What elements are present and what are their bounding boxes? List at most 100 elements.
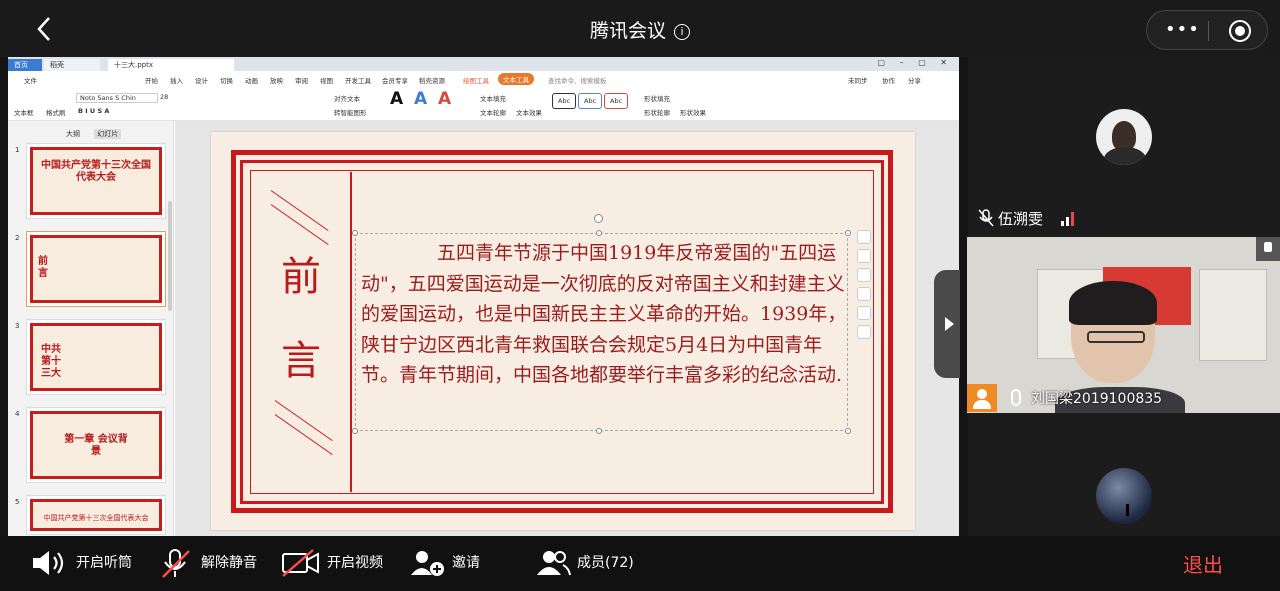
edit-icon[interactable] xyxy=(857,325,871,339)
thumb-number: 5 xyxy=(15,498,20,506)
slide-thumb-4[interactable]: 4 第一章 会议背景 xyxy=(15,407,166,483)
ribbon-shape-effect[interactable]: 形状效果 xyxy=(680,107,706,117)
meeting-title: 腾讯会议 i xyxy=(0,16,1280,43)
ribbon-smart-graphic[interactable]: 转智能图形 xyxy=(334,107,367,117)
menu-home[interactable]: 开始 xyxy=(145,75,158,85)
avatar xyxy=(1096,468,1152,524)
mic-icon xyxy=(1011,389,1021,406)
more-record-pill: ••• xyxy=(1146,10,1268,50)
members-icon xyxy=(536,549,574,577)
font-select[interactable]: Noto Sans S Chin xyxy=(76,93,158,103)
thumb-scrollbar[interactable] xyxy=(168,201,172,311)
menu-animation[interactable]: 动画 xyxy=(245,75,258,85)
menu-drawing-tools[interactable]: 绘图工具 xyxy=(463,75,489,85)
shape-icon[interactable] xyxy=(857,268,871,282)
rotate-handle[interactable] xyxy=(594,214,603,223)
resize-handle[interactable] xyxy=(596,230,602,236)
meeting-header: 腾讯会议 i ••• xyxy=(0,0,1280,57)
tab-home[interactable]: 首页 xyxy=(8,59,42,71)
ribbon-text-fill[interactable]: 文本填充 xyxy=(480,93,506,103)
menu-design[interactable]: 设计 xyxy=(195,75,208,85)
menu-transition[interactable]: 切换 xyxy=(220,75,233,85)
resize-handle[interactable] xyxy=(352,428,358,434)
resize-handle[interactable] xyxy=(845,230,851,236)
speaker-label: 开启听筒 xyxy=(76,555,132,571)
menu-file[interactable]: 文件 xyxy=(24,75,37,85)
video-label: 刘国梁2019100835 xyxy=(967,384,1167,412)
more-icon[interactable]: ••• xyxy=(1165,19,1200,40)
menu-text-tools[interactable]: 文本工具 xyxy=(498,73,534,85)
bulb-icon[interactable] xyxy=(857,306,871,320)
ribbon-textbox[interactable]: 文本框 xyxy=(14,107,34,117)
tab-pptx[interactable]: 十三大.pptx xyxy=(108,59,234,71)
thumb-title: 中国共产党第十三次全国代表大会 xyxy=(41,160,151,183)
shared-screen: 首页 稻壳 十三大.pptx ▢ – ▢ ✕ 文件 开始 插入 设计 切换 动画… xyxy=(8,57,959,536)
menu-member[interactable]: 会员专享 xyxy=(382,75,408,85)
thumb-title: 中共第十三大 xyxy=(41,344,61,379)
ribbon-format-painter[interactable]: 格式刷 xyxy=(46,107,66,117)
user-icon xyxy=(967,384,997,412)
window-controls[interactable]: ▢ – ▢ ✕ xyxy=(878,58,953,67)
menu-devtools[interactable]: 开发工具 xyxy=(345,75,371,85)
resize-handle[interactable] xyxy=(596,428,602,434)
style-a-red[interactable]: A xyxy=(438,89,451,109)
video-label: 开启视频 xyxy=(327,555,383,571)
pen-icon[interactable] xyxy=(857,249,871,263)
tab-outline[interactable]: 大纲 xyxy=(66,130,80,138)
record-icon[interactable] xyxy=(1229,20,1251,42)
font-size-select[interactable]: 28 xyxy=(160,93,168,101)
slide-thumb-2[interactable]: 2 前言 xyxy=(15,231,166,307)
ribbon-text-effect[interactable]: 文本效果 xyxy=(516,107,542,117)
resize-handle[interactable] xyxy=(845,428,851,434)
menu-view[interactable]: 视图 xyxy=(320,75,333,85)
menu-slideshow[interactable]: 放映 xyxy=(270,75,283,85)
menu-share[interactable]: 分享 xyxy=(908,75,921,85)
menu-unsynced[interactable]: 未同步 xyxy=(848,75,868,85)
app-tabs: 首页 稻壳 十三大.pptx ▢ – ▢ ✕ xyxy=(8,57,959,71)
meeting-title-text: 腾讯会议 xyxy=(589,20,666,42)
menu-review[interactable]: 审阅 xyxy=(295,75,308,85)
thumb-number: 4 xyxy=(15,410,20,418)
layers-icon[interactable] xyxy=(857,230,871,244)
slide-thumb-3[interactable]: 3 中共第十三大 xyxy=(15,319,166,395)
slide-thumbnail-panel: 大纲 幻灯片 1 中国共产党第十三次全国代表大会 2 前言 3 中共第十三大 4… xyxy=(8,121,174,536)
slide-thumb-5[interactable]: 5 中国共产党第十三次全国代表大会 xyxy=(15,495,166,535)
style-a-blue[interactable]: A xyxy=(414,89,427,109)
format-buttons[interactable]: B I U S A xyxy=(78,107,109,115)
ribbon: 文本框 格式刷 Noto Sans S Chin 28 B I U S A 对齐… xyxy=(8,87,959,121)
ribbon-align-text[interactable]: 对齐文本 xyxy=(334,93,360,103)
resize-handle[interactable] xyxy=(352,230,358,236)
menu-docer[interactable]: 稻壳资源 xyxy=(419,75,445,85)
ribbon-shape-outline[interactable]: 形状轮廓 xyxy=(644,107,670,117)
person-glasses xyxy=(1087,331,1145,343)
collapse-video-tab[interactable] xyxy=(934,270,960,378)
camera-off-icon xyxy=(281,549,319,577)
slide-canvas: 前 言 五四青年节源于中国1919年反帝爱国的"五四运动"，五四爱国运动是一次彻… xyxy=(175,121,959,536)
shape-style-1[interactable]: Abc xyxy=(552,93,577,109)
ribbon-shape-fill[interactable]: 形状填充 xyxy=(644,93,670,103)
speaker-icon xyxy=(30,549,68,577)
search-command[interactable]: 查找命令、搜索模板 xyxy=(548,75,607,85)
mic-muted-icon xyxy=(978,209,994,227)
tab-docer[interactable]: 稻壳 xyxy=(44,59,100,71)
exit-button[interactable]: 退出 xyxy=(1183,549,1223,578)
slide-heading-char-2: 言 xyxy=(281,338,321,384)
menu-collab[interactable]: 协作 xyxy=(882,75,895,85)
slide-heading-char-1: 前 xyxy=(281,254,321,300)
style-a-black[interactable]: A xyxy=(390,89,403,109)
tab-slides[interactable]: 幻灯片 xyxy=(94,129,122,139)
ribbon-text-outline[interactable]: 文本轮廓 xyxy=(480,107,506,117)
pin-icon[interactable] xyxy=(1256,237,1280,261)
slide-paragraph[interactable]: 五四青年节源于中国1919年反帝爱国的"五四运动"，五四爱国运动是一次彻底的反对… xyxy=(361,238,849,391)
crop-icon[interactable] xyxy=(857,287,871,301)
info-icon[interactable]: i xyxy=(674,24,690,40)
menu-bar: 文件 开始 插入 设计 切换 动画 放映 审阅 视图 开发工具 会员专享 稻壳资… xyxy=(8,71,959,87)
thumb-frame: 中国共产党第十三次全国代表大会 xyxy=(30,147,162,215)
shape-style-2[interactable]: Abc xyxy=(578,93,603,109)
slide-thumb-1[interactable]: 1 中国共产党第十三次全国代表大会 xyxy=(15,143,166,219)
participant-name: 伍溯雯 xyxy=(998,210,1044,228)
menu-insert[interactable]: 插入 xyxy=(170,75,183,85)
avatar-body xyxy=(1104,147,1146,165)
thumb-frame: 中共第十三大 xyxy=(30,323,162,391)
shape-style-3[interactable]: Abc xyxy=(604,93,629,109)
